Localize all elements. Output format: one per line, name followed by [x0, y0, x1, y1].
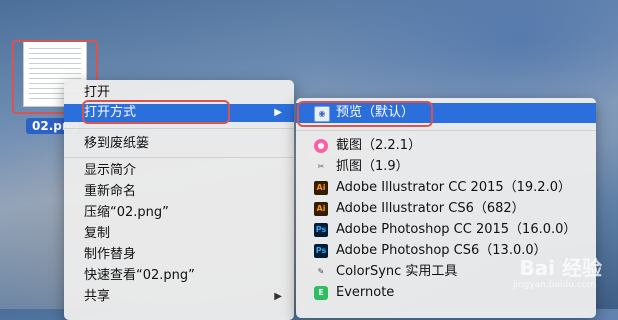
photoshop-icon: Ps: [314, 244, 328, 258]
illustrator-icon: Ai: [314, 202, 328, 216]
submenu-highlight-box: [297, 101, 433, 127]
menu-item-rename[interactable]: 重新命名: [64, 183, 294, 201]
menu-item-share[interactable]: 共享 ▶: [64, 288, 294, 306]
chevron-right-icon: ▶: [274, 107, 282, 118]
menu-divider: [64, 128, 294, 129]
menu-item-label: 压缩“02.png”: [84, 205, 169, 220]
illustrator-icon: Ai: [314, 181, 328, 195]
submenu-item-label: Adobe Illustrator CC 2015（19.2.0）: [336, 180, 571, 195]
submenu-item-jietu[interactable]: ● 截图（2.2.1）: [296, 136, 596, 156]
menu-item-get-info[interactable]: 显示简介: [64, 162, 294, 180]
submenu-item-illustrator-cc[interactable]: Ai Adobe Illustrator CC 2015（19.2.0）: [296, 178, 596, 198]
submenu-item-label: Adobe Illustrator CS6（682）: [336, 201, 525, 216]
menu-item-label: 显示简介: [84, 163, 137, 178]
menu-item-label: 重新命名: [84, 184, 137, 199]
menu-item-duplicate[interactable]: 复制: [64, 225, 294, 243]
submenu-item-label: Adobe Photoshop CS6（13.0.0）: [336, 243, 547, 258]
photoshop-icon: Ps: [314, 223, 328, 237]
colorsync-icon: ✎: [317, 267, 325, 276]
chevron-right-icon: ▶: [274, 291, 282, 302]
baidu-watermark: Bai 经验: [519, 256, 602, 280]
submenu-item-label: ColorSync 实用工具: [336, 264, 458, 279]
submenu-divider: [296, 130, 596, 131]
menu-item-make-alias[interactable]: 制作替身: [64, 246, 294, 264]
menu-item-label: 复制: [84, 226, 111, 241]
menu-divider: [64, 157, 294, 158]
submenu-item-label: 抓图（1.9）: [336, 159, 409, 174]
menu-highlight-box: [82, 100, 230, 124]
jietu-icon: ●: [314, 139, 328, 153]
menu-item-label: 制作替身: [84, 247, 137, 262]
evernote-icon: E: [314, 286, 328, 300]
menu-item-label: 移到废纸篓: [84, 136, 150, 151]
submenu-item-grab[interactable]: ✂ 抓图（1.9）: [296, 157, 596, 177]
grab-icon: ✂: [317, 162, 325, 171]
menu-item-trash[interactable]: 移到废纸篓: [64, 135, 294, 153]
menu-item-compress[interactable]: 压缩“02.png”: [64, 204, 294, 222]
context-menu: 打开 打开方式 ▶ 移到废纸篓 显示简介 重新命名 压缩“02.png” 复制 …: [64, 80, 294, 320]
submenu-item-illustrator-cs6[interactable]: Ai Adobe Illustrator CS6（682）: [296, 199, 596, 219]
submenu-item-label: Evernote: [336, 285, 395, 300]
menu-item-quick-look[interactable]: 快速查看“02.png”: [64, 267, 294, 285]
submenu-item-label: Adobe Photoshop CC 2015（16.0.0）: [336, 222, 577, 237]
menu-item-label: 共享: [84, 289, 111, 304]
submenu-item-photoshop-cc[interactable]: Ps Adobe Photoshop CC 2015（16.0.0）: [296, 220, 596, 240]
submenu-item-label: 截图（2.2.1）: [336, 138, 422, 153]
watermark-url: jingyan.baidu.com: [512, 280, 596, 290]
menu-item-label: 快速查看“02.png”: [84, 268, 195, 283]
